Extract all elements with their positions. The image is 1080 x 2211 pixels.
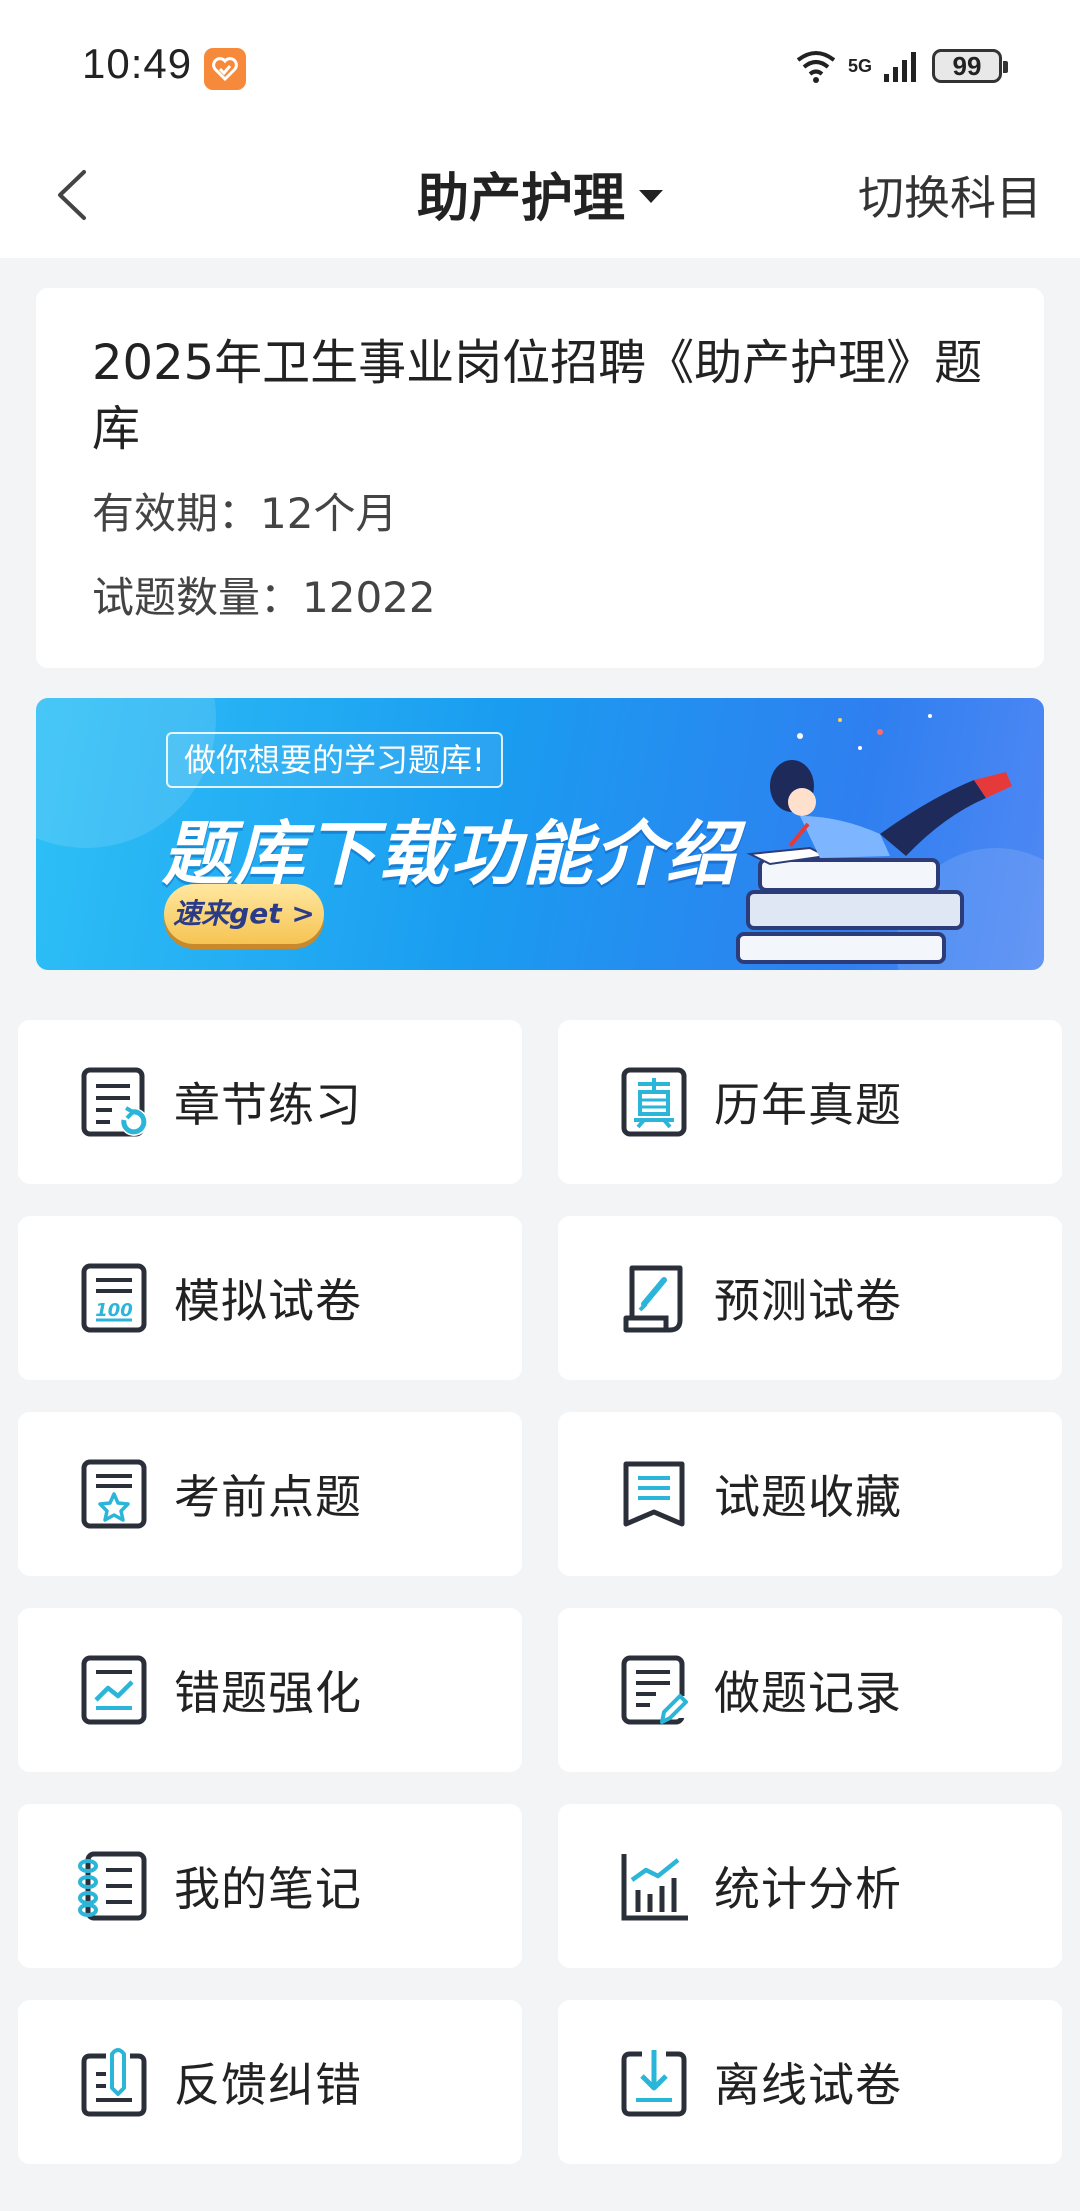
menu-item-label: 离线试卷: [714, 2058, 902, 2112]
caret-down-icon: [639, 190, 663, 203]
menu-item-label: 章节练习: [174, 1078, 362, 1132]
offline-download-icon: [621, 2050, 687, 2117]
menu-item-label: 预测试卷: [714, 1274, 902, 1328]
switch-subject-button[interactable]: 切换科目: [858, 162, 1042, 228]
feedback-icon: [81, 2048, 147, 2117]
menu-item-label: 历年真题: [714, 1078, 902, 1132]
menu-item-pre-exam-tips[interactable]: 考前点题: [18, 1412, 522, 1576]
menu-item-practice-record[interactable]: 做题记录: [558, 1608, 1062, 1772]
question-bank-info-card: 2025年卫生事业岗位招聘《助产护理》题库 有效期：12个月 试题数量：1202…: [36, 288, 1044, 668]
battery-level: 99: [952, 50, 982, 81]
status-bar: 10:49 5G 99: [0, 0, 1080, 132]
mock-exam-icon: 100: [81, 1263, 147, 1333]
menu-item-chapter-practice[interactable]: 章节练习: [18, 1020, 522, 1184]
banner-cta-button[interactable]: 速来get >: [164, 884, 324, 944]
status-time: 10:49: [82, 40, 193, 87]
signal-icon: [884, 52, 916, 82]
menu-item-label: 错题强化: [174, 1666, 362, 1720]
menu-item-past-exams[interactable]: 历年真题: [558, 1020, 1062, 1184]
validity-period: 有效期：12个月: [92, 489, 398, 538]
studying-person-illustration: [736, 714, 1012, 964]
statistics-icon: [621, 1854, 688, 1921]
app-notification-icon: [204, 48, 246, 90]
feature-menu-grid: 章节练习 历年真题 100 模拟试卷 预测试卷 考前点题 试题收藏 错题强化 做…: [18, 1020, 1062, 2164]
wrong-questions-icon: [81, 1655, 147, 1725]
question-bank-title: 2025年卫生事业岗位招聘《助产护理》题库: [92, 335, 983, 457]
chapter-practice-icon: [81, 1067, 148, 1137]
menu-item-mock-exam[interactable]: 100 模拟试卷: [18, 1216, 522, 1380]
svg-text:100: 100: [95, 1300, 133, 1321]
pre-exam-tips-icon: [81, 1459, 147, 1529]
status-indicators: 5G 99: [794, 44, 1008, 88]
menu-item-statistics[interactable]: 统计分析: [558, 1804, 1062, 1968]
menu-item-wrong-questions[interactable]: 错题强化: [18, 1608, 522, 1772]
menu-item-label: 做题记录: [714, 1666, 902, 1720]
banner-tagline: 做你想要的学习题库!: [166, 732, 503, 788]
menu-item-label: 我的笔记: [174, 1862, 362, 1916]
menu-item-label: 反馈纠错: [174, 2058, 362, 2112]
prediction-exam-icon: [623, 1265, 683, 1333]
menu-item-offline-download[interactable]: 离线试卷: [558, 2000, 1062, 2164]
menu-item-label: 统计分析: [714, 1862, 902, 1916]
page-title: 助产护理: [416, 169, 625, 229]
wifi-icon: [796, 51, 836, 83]
notes-icon: [78, 1851, 147, 1921]
promo-banner[interactable]: 做你想要的学习题库! 题库下载功能介绍 速来get >: [36, 698, 1044, 970]
practice-record-icon: [621, 1655, 688, 1725]
network-type: 5G: [847, 55, 872, 76]
menu-item-notes[interactable]: 我的笔记: [18, 1804, 522, 1968]
top-navigation-bar: 助产护理 切换科目: [0, 132, 1080, 258]
menu-item-prediction-exam[interactable]: 预测试卷: [558, 1216, 1062, 1380]
menu-item-feedback[interactable]: 反馈纠错: [18, 2000, 522, 2164]
battery-indicator: 99: [932, 49, 1008, 83]
past-exams-icon: [621, 1067, 687, 1137]
menu-item-label: 模拟试卷: [174, 1274, 362, 1328]
menu-item-label: 试题收藏: [714, 1470, 902, 1524]
menu-item-label: 考前点题: [174, 1470, 362, 1524]
question-count: 试题数量：12022: [92, 573, 436, 622]
menu-item-favorites[interactable]: 试题收藏: [558, 1412, 1062, 1576]
favorites-icon: [623, 1461, 685, 1527]
